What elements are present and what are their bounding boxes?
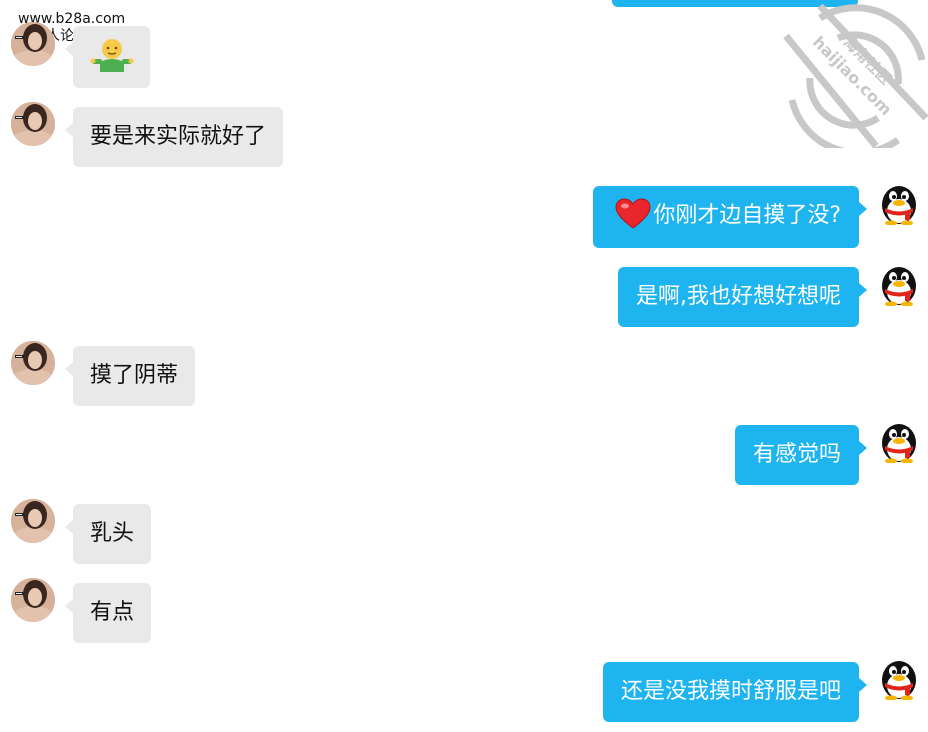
avatar-image (11, 22, 55, 66)
heart-icon (615, 198, 651, 229)
message-text: 有点 (90, 600, 135, 625)
shrug-emoji-icon (90, 39, 134, 72)
user-avatar[interactable] (877, 656, 921, 701)
user-avatar[interactable] (877, 181, 921, 226)
user-avatar[interactable] (877, 419, 921, 464)
contact-avatar[interactable] (11, 22, 55, 66)
penguin-icon (882, 661, 916, 701)
penguin-icon (882, 424, 916, 464)
contact-avatar[interactable] (11, 578, 55, 622)
user-avatar[interactable] (877, 262, 921, 307)
message-bubble[interactable]: 乳头 (64, 504, 152, 564)
message-text: 摸了阴蒂 (90, 363, 179, 388)
contact-avatar[interactable] (11, 341, 55, 385)
message-bubble[interactable]: 有感觉吗 (734, 425, 868, 485)
penguin-icon (882, 267, 916, 307)
message-text: 乳头 (90, 521, 135, 546)
message-text: 要是来实际就好了 (90, 124, 267, 149)
message-bubble[interactable]: 摸了阴蒂 (64, 346, 196, 406)
watermark-logo: 海角社区 haijiao.com (783, 3, 928, 148)
message-text: 是啊,我也好想好想呢 (636, 284, 841, 309)
message-bubble[interactable] (65, 26, 150, 88)
contact-avatar[interactable] (11, 102, 55, 146)
avatar-image (11, 578, 55, 622)
message-bubble[interactable]: 要是来实际就好了 (64, 107, 284, 167)
avatar-image (11, 499, 55, 543)
message-bubble[interactable]: 还是没我摸时舒服是吧 (602, 662, 868, 722)
message-text: 还是没我摸时舒服是吧 (620, 679, 841, 704)
contact-avatar[interactable] (11, 499, 55, 543)
avatar-image (11, 341, 55, 385)
message-text: 你刚才边自摸了没? (653, 203, 841, 228)
avatar-image (11, 102, 55, 146)
penguin-icon (882, 186, 916, 226)
message-text: 有感觉吗 (752, 442, 841, 467)
message-bubble[interactable]: 有点 (64, 583, 152, 643)
message-bubble[interactable]: 你刚才边自摸了没? (593, 186, 867, 248)
message-bubble[interactable]: 是啊,我也好想好想呢 (618, 267, 867, 327)
